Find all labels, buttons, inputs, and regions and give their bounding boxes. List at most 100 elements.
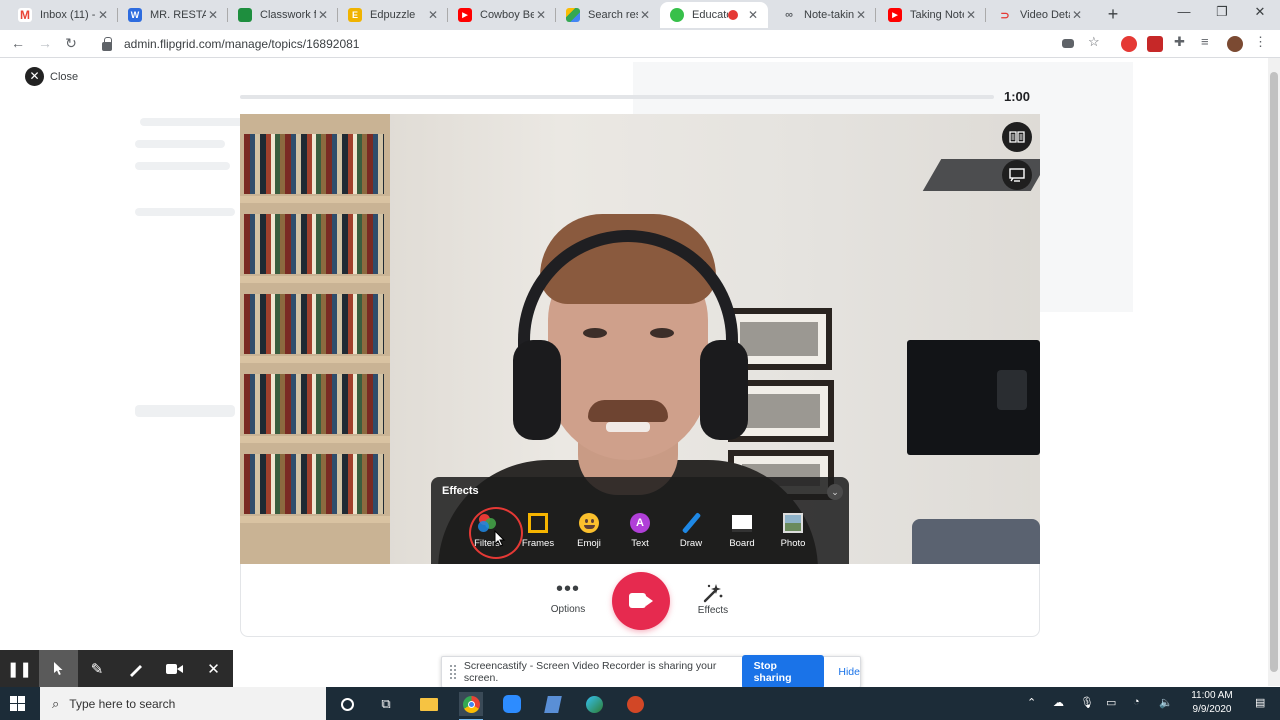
draw-icon [680,512,702,534]
photo-icon [782,512,804,534]
new-tab-button[interactable]: + [1104,5,1122,23]
close-tab-icon[interactable]: ✕ [638,8,652,22]
tab-classroom[interactable]: Classwork fo ✕ [228,2,338,28]
close-tab-icon[interactable]: ✕ [206,8,220,22]
menu-icon[interactable]: ⋮ [1254,34,1270,50]
browser-toolbar: ← → ↻ admin.flipgrid.com/manage/topics/1… [0,30,1280,58]
extensions-icon[interactable]: ✚ [1174,34,1190,50]
close-tab-icon[interactable]: ✕ [746,8,760,22]
reload-icon[interactable]: ↻ [62,35,80,52]
close-tab-icon[interactable]: ✕ [1070,8,1084,22]
tab-weebly[interactable]: W MR. RESTAD ✕ [118,2,228,28]
webcam-toggle-icon[interactable] [155,650,194,687]
text-icon: A [629,512,651,534]
close-icon: ✕ [25,67,44,86]
background-content [135,208,235,216]
effect-board[interactable]: Board [720,512,764,549]
recording-timer: 1:00 [1004,89,1031,104]
minimize-icon[interactable]: — [1174,4,1194,19]
camera-indicator-icon[interactable] [1062,39,1074,48]
edge-icon[interactable] [582,692,606,716]
effects-button[interactable]: Effects [683,582,743,616]
tab-educator-active[interactable]: Educato ✕ [660,2,768,28]
tab-strip: M Inbox (11) - ✕ W MR. RESTAD ✕ Classwor… [0,0,1280,30]
tab-youtube-notes[interactable]: ▶ Taking Note ✕ [878,2,986,28]
scrollbar-thumb[interactable] [1270,72,1278,672]
effect-draw[interactable]: Draw [669,512,713,549]
close-toolbar-icon[interactable]: ✕ [194,650,233,687]
taskbar-search-box[interactable]: ⌕ Type here to search [40,687,326,720]
tab-drive-search[interactable]: Search resul ✕ [556,2,660,28]
tab-gmail[interactable]: M Inbox (11) - ✕ [8,2,118,28]
tab-edpuzzle[interactable]: E Edpuzzle ✕ [338,2,448,28]
highlighter-tool-icon[interactable] [116,650,155,687]
app-icon[interactable] [541,692,565,716]
close-tab-icon[interactable]: ✕ [426,8,440,22]
profile-avatar[interactable] [1227,36,1243,52]
tab-video-details[interactable]: ⊃ Video Detai ✕ [988,2,1092,28]
bookshelf [240,114,390,564]
pen-tool-icon[interactable]: ✎ [78,650,117,687]
page-scrollbar[interactable] [1268,58,1280,686]
effect-frames[interactable]: Frames [516,512,560,549]
background-content [135,140,225,148]
effect-label: Emoji [577,538,601,549]
more-options-icon: ••• [555,578,580,600]
youtube-icon: ▶ [888,8,902,22]
effect-emoji[interactable]: Emoji [567,512,611,549]
screen-record-icon[interactable] [1002,160,1032,190]
windows-start-icon[interactable] [10,696,26,712]
back-icon[interactable]: ← [9,35,27,51]
pointer-tool-icon[interactable] [38,650,78,687]
effect-text[interactable]: A Text [618,512,662,549]
close-tab-icon[interactable]: ✕ [854,8,868,22]
powerpoint-icon[interactable] [623,692,647,716]
close-tab-icon[interactable]: ✕ [964,8,978,22]
collapse-effects-icon[interactable]: ⌄ [827,484,843,500]
record-button[interactable] [612,572,670,630]
close-tab-icon[interactable]: ✕ [96,8,110,22]
stop-sharing-button[interactable]: Stop sharing [741,655,825,689]
zoom-icon[interactable] [500,692,524,716]
notifications-icon[interactable]: ▤ [1255,696,1265,709]
hide-button[interactable]: Hide [838,666,860,678]
close-tab-icon[interactable]: ✕ [534,8,548,22]
chrome-taskbar-icon[interactable] [459,692,483,720]
forward-icon[interactable]: → [36,35,54,51]
tab-title: Educato [692,9,728,21]
battery-icon[interactable]: ▭ [1106,696,1116,709]
recording-dot-icon [728,10,738,20]
opera-extension-icon[interactable] [1121,36,1137,52]
tab-title: Video Detai [1020,9,1070,21]
close-window-icon[interactable]: ✕ [1250,4,1270,20]
pause-icon[interactable]: ❚❚ [0,650,39,687]
address-bar[interactable]: admin.flipgrid.com/manage/topics/1689208… [96,32,1096,56]
volume-icon[interactable]: 🔈 [1159,696,1173,709]
network-icon[interactable]: ◔ [1133,696,1140,708]
recording-progress-track [240,95,994,99]
tab-note-taking[interactable]: ∞ Note-taking ✕ [772,2,876,28]
show-hidden-icons-icon[interactable]: ⌃ [1027,696,1036,709]
drag-handle-icon[interactable] [450,665,456,679]
close-button[interactable]: ✕ Close [25,67,78,86]
effect-photo[interactable]: Photo [771,512,815,549]
edpuzzle-icon: E [348,8,362,22]
task-view-icon[interactable]: ⧉ [374,692,398,716]
taskbar-clock[interactable]: 11:00 AM 9/9/2020 [1182,689,1242,717]
options-button[interactable]: ••• Options [538,578,598,615]
close-tab-icon[interactable]: ✕ [316,8,330,22]
immersive-reader-icon[interactable] [1002,122,1032,152]
screencastify-toolbar: ❚❚ ✎ ✕ [0,650,233,687]
screencastify-extension-icon[interactable] [1147,36,1163,52]
tab-youtube-cowboy[interactable]: ▶ Cowboy Beb ✕ [448,2,556,28]
effect-label: Draw [679,538,703,549]
microphone-icon[interactable]: 🎙 [1080,696,1094,709]
onedrive-icon[interactable]: ☁ [1053,696,1064,709]
gmail-icon: M [18,8,32,22]
cortana-icon[interactable] [335,692,359,716]
file-explorer-icon[interactable] [417,692,441,716]
star-icon[interactable]: ☆ [1088,34,1104,50]
tab-title: Inbox (11) - [40,9,96,21]
restore-icon[interactable]: ❐ [1212,4,1232,20]
reading-list-icon[interactable]: ≡ [1201,34,1217,50]
